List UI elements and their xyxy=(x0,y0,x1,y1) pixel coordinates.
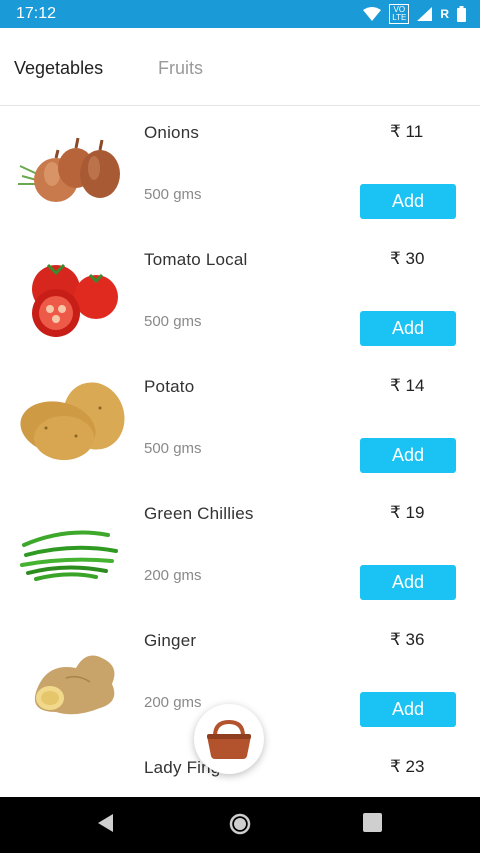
product-price: ₹ 36 xyxy=(390,630,425,649)
product-row-tomato-local: Tomato Local 500 gms ₹ 30 Add xyxy=(0,233,480,361)
tomato-image xyxy=(32,263,118,337)
tab-vegetables[interactable]: Vegetables xyxy=(14,58,103,79)
back-icon[interactable] xyxy=(97,813,115,833)
status-icons: VO LTE R xyxy=(363,4,466,24)
product-price: ₹ 19 xyxy=(390,503,425,522)
basket-button[interactable] xyxy=(194,704,264,774)
product-quantity: 500 gms xyxy=(144,440,202,457)
product-price: ₹ 14 xyxy=(390,376,425,395)
home-icon[interactable] xyxy=(229,813,251,835)
product-row-potato: Potato 500 gms ₹ 14 Add xyxy=(0,360,480,488)
product-quantity: 200 gms xyxy=(144,694,202,711)
status-time: 17:12 xyxy=(16,5,57,22)
product-quantity: 500 gms xyxy=(144,313,202,330)
lady-finger-image xyxy=(16,759,128,797)
navigation-bar xyxy=(0,797,480,853)
product-row-onions: Onions 500 gms ₹ 11 Add xyxy=(0,106,480,234)
category-tabs: Vegetables Fruits xyxy=(0,28,480,106)
product-name: Ginger xyxy=(144,631,197,650)
add-button[interactable]: Add xyxy=(360,311,456,346)
potato-image xyxy=(20,382,125,460)
signal-icon xyxy=(417,7,433,21)
product-row-green-chillies: Green Chillies 200 gms ₹ 19 Add xyxy=(0,487,480,615)
recents-icon[interactable] xyxy=(363,813,382,832)
add-button[interactable]: Add xyxy=(360,692,456,727)
product-name: Onions xyxy=(144,123,200,142)
volte-bottom-text: LTE xyxy=(392,13,407,22)
ginger-image xyxy=(34,655,115,715)
product-price: ₹ 11 xyxy=(390,122,424,141)
product-name: Potato xyxy=(144,377,195,396)
product-price: ₹ 23 xyxy=(390,757,425,776)
battery-icon xyxy=(457,6,466,22)
product-quantity: 500 gms xyxy=(144,186,202,203)
product-name: Green Chillies xyxy=(144,504,254,523)
product-list[interactable]: Onions 500 gms ₹ 11 Add Tomato Local 500… xyxy=(0,106,480,797)
onion-image xyxy=(18,137,120,202)
add-button[interactable]: Add xyxy=(360,565,456,600)
wifi-icon xyxy=(363,7,382,21)
chilli-image xyxy=(20,530,118,581)
product-name: Tomato Local xyxy=(144,250,248,269)
status-bar: 17:12 VO LTE R xyxy=(0,0,480,28)
tab-fruits[interactable]: Fruits xyxy=(158,58,203,79)
product-price: ₹ 30 xyxy=(390,249,425,268)
add-button[interactable]: Add xyxy=(360,184,456,219)
product-quantity: 200 gms xyxy=(144,567,202,584)
volte-badge: VO LTE xyxy=(389,4,410,24)
roaming-indicator: R xyxy=(440,7,449,21)
add-button[interactable]: Add xyxy=(360,438,456,473)
basket-icon xyxy=(207,719,251,759)
